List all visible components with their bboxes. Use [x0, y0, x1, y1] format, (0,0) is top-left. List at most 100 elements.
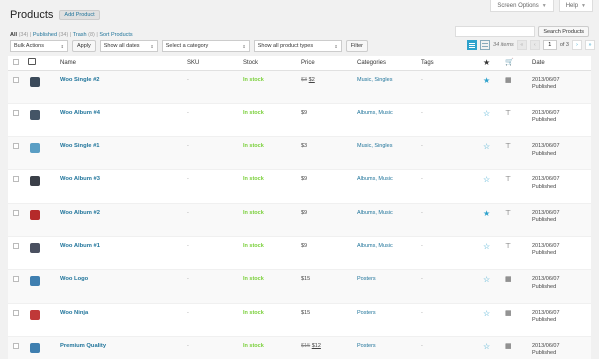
sku-value: -: [187, 109, 189, 116]
table-row: Woo Single #2- In stock $3 $2 Music, Single…: [8, 70, 591, 104]
categories-links[interactable]: Albums, Music: [357, 176, 393, 182]
featured-star-filled-icon[interactable]: ★: [483, 209, 490, 218]
filter-all[interactable]: All: [10, 32, 17, 38]
filter-published[interactable]: Published: [33, 32, 57, 38]
featured-star-empty-icon[interactable]: ☆: [483, 309, 490, 318]
product-thumbnail[interactable]: [30, 276, 40, 287]
featured-star-empty-icon[interactable]: ☆: [483, 342, 490, 351]
product-name-link[interactable]: Woo Single #2: [60, 77, 100, 83]
category-filter-select[interactable]: Select a category ⇕: [161, 40, 250, 52]
row-checkbox[interactable]: [13, 143, 19, 150]
price-cell: $9: [301, 103, 357, 138]
featured-star-empty-icon[interactable]: ☆: [483, 109, 490, 118]
product-thumbnail[interactable]: [30, 309, 40, 320]
tags-value: -: [421, 176, 423, 183]
product-thumbnail[interactable]: [30, 209, 40, 220]
col-price[interactable]: Price: [301, 56, 357, 71]
filter-trash[interactable]: Trash: [73, 32, 87, 38]
featured-star-filled-icon[interactable]: ★: [483, 76, 490, 85]
current-page-input[interactable]: [542, 40, 557, 50]
product-thumbnail[interactable]: [30, 109, 40, 120]
stock-status: In stock: [243, 76, 264, 83]
sku-value: -: [187, 209, 189, 216]
select-all-checkbox[interactable]: [13, 58, 19, 65]
date-cell: 2013/06/07 Published: [532, 203, 591, 237]
row-checkbox[interactable]: [13, 109, 19, 116]
categories-links[interactable]: Posters: [357, 343, 376, 349]
featured-star-empty-icon[interactable]: ☆: [483, 242, 490, 251]
col-sku[interactable]: SKU: [187, 56, 243, 71]
date-cell: 2013/06/07 Published: [532, 136, 591, 171]
featured-star-empty-icon[interactable]: ☆: [483, 142, 490, 151]
search-products-button[interactable]: Search Products: [538, 26, 589, 37]
add-product-button[interactable]: Add Product: [59, 10, 100, 20]
featured-star-empty-icon[interactable]: ☆: [483, 175, 490, 184]
table-row: Woo Ninja - In stock $15 Posters - ☆ ▦ 2013/06/0…: [8, 303, 591, 337]
product-name-link[interactable]: Woo Album #3: [60, 176, 100, 182]
post-status: Published: [532, 117, 557, 124]
sku-value: -: [187, 76, 189, 83]
downloadable-product-icon: ⊤: [505, 176, 512, 184]
product-name-link[interactable]: Woo Logo: [60, 276, 88, 282]
search-input[interactable]: [455, 26, 536, 37]
price-cell: $9: [301, 169, 357, 204]
categories-links[interactable]: Posters: [357, 310, 376, 316]
product-thumbnail[interactable]: [30, 242, 40, 253]
row-checkbox[interactable]: [13, 209, 19, 216]
product-name-link[interactable]: Woo Single #1: [60, 143, 100, 149]
next-page-button[interactable]: ›: [572, 40, 582, 50]
stock-status: In stock: [243, 209, 264, 216]
product-thumbnail[interactable]: [30, 176, 40, 187]
date-value: 2013/06/07: [532, 342, 560, 349]
sort-products-link[interactable]: Sort Products: [99, 32, 132, 38]
tags-value: -: [421, 76, 423, 83]
product-type-filter-select[interactable]: Show all product types ⇕: [253, 40, 342, 52]
help-button[interactable]: Help ▼: [558, 0, 593, 12]
apply-button[interactable]: Apply: [72, 40, 96, 52]
tablenav-filters: Bulk Actions ⇕ Apply Show all dates ⇕ Sele…: [10, 40, 368, 52]
product-name-link[interactable]: Woo Ninja: [60, 310, 88, 316]
categories-links[interactable]: Albums, Music: [357, 110, 393, 116]
product-name-link[interactable]: Woo Album #1: [60, 243, 100, 249]
categories-links[interactable]: Music, Singles: [357, 77, 392, 83]
date-filter-select[interactable]: Show all dates ⇕: [99, 40, 158, 52]
tags-value: -: [421, 309, 423, 316]
product-thumbnail[interactable]: [30, 342, 40, 353]
bulk-actions-select[interactable]: Bulk Actions ⇕: [10, 40, 68, 52]
prev-page-button[interactable]: ‹: [529, 40, 540, 50]
col-name[interactable]: Name: [60, 56, 187, 71]
screen-options-label: Screen Options: [497, 2, 539, 9]
categories-links[interactable]: Music, Singles: [357, 143, 392, 149]
row-checkbox[interactable]: [13, 276, 19, 283]
product-thumbnail[interactable]: [30, 143, 40, 154]
help-label: Help: [565, 2, 579, 9]
filter-button[interactable]: Filter: [345, 40, 368, 52]
excerpt-view-icon[interactable]: [480, 40, 491, 50]
product-name-link[interactable]: Woo Album #4: [60, 110, 100, 116]
table-row: Premium Quality - In stock $15 $12 Posters - ☆…: [8, 336, 591, 359]
product-name-link[interactable]: Woo Album #2: [60, 210, 100, 216]
row-checkbox[interactable]: [13, 76, 19, 83]
row-checkbox[interactable]: [13, 309, 19, 316]
row-checkbox[interactable]: [13, 342, 19, 349]
first-page-button[interactable]: «: [516, 40, 527, 50]
tags-value: -: [421, 143, 423, 150]
featured-column-star-icon[interactable]: ★: [483, 58, 490, 67]
categories-links[interactable]: Posters: [357, 276, 376, 282]
featured-star-empty-icon[interactable]: ☆: [483, 275, 490, 284]
list-view-icon[interactable]: [467, 40, 478, 50]
simple-product-icon: ▦: [505, 309, 512, 317]
post-status: Published: [532, 217, 557, 224]
categories-links[interactable]: Albums, Music: [357, 243, 393, 249]
row-checkbox[interactable]: [13, 176, 19, 183]
table-row: Woo Album #1 - In stock $9 Albums, Music - ☆ ⊤ 2…: [8, 236, 591, 271]
col-date[interactable]: Date: [532, 56, 591, 71]
product-name-link[interactable]: Premium Quality: [60, 343, 106, 349]
last-page-button[interactable]: »: [585, 40, 595, 50]
row-checkbox[interactable]: [13, 242, 19, 249]
categories-links[interactable]: Albums, Music: [357, 210, 393, 216]
product-thumbnail[interactable]: [30, 76, 40, 87]
product-type-filter-label: Show all product types: [257, 43, 314, 49]
screen-options-button[interactable]: Screen Options ▼: [490, 0, 554, 12]
chevron-down-icon: ▼: [581, 2, 586, 9]
